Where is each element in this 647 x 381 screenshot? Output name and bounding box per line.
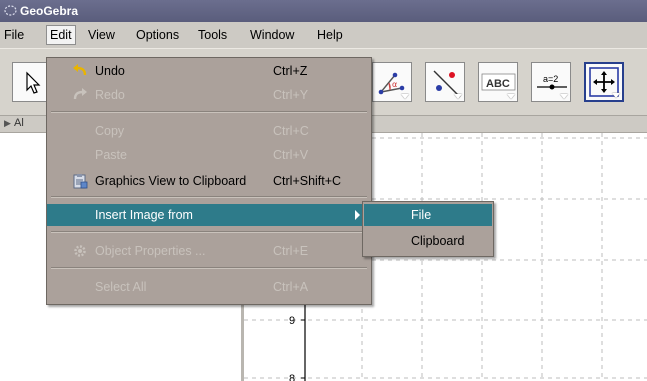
menu-item-insert-image-from[interactable]: Insert Image from <box>47 204 371 226</box>
menu-item-label: Undo <box>95 64 125 78</box>
menu-window[interactable]: Window <box>250 26 294 44</box>
menu-item-label: Copy <box>95 124 125 138</box>
menu-item-shortcut: Ctrl+Z <box>273 64 308 78</box>
menu-edit[interactable]: Edit <box>46 25 76 45</box>
move-graphics-view-icon <box>589 67 619 97</box>
menu-bar: File Edit View Options Tools Window Help <box>0 22 647 48</box>
menu-item-label: Paste <box>95 148 127 162</box>
menu-item-copy[interactable]: Copy Ctrl+C <box>47 120 371 142</box>
menu-options[interactable]: Options <box>136 26 179 44</box>
angle-tool-button[interactable]: α <box>372 62 412 102</box>
insert-image-submenu: File Clipboard <box>362 201 494 257</box>
menu-item-shortcut: Ctrl+C <box>273 124 309 138</box>
menu-item-object-properties[interactable]: Object Properties ... Ctrl+E <box>47 240 371 262</box>
menu-item-label: Object Properties ... <box>95 244 206 258</box>
title-bar: GeoGebra <box>0 0 647 22</box>
slider-tool-label: a=2 <box>543 74 558 84</box>
menu-separator <box>51 196 367 198</box>
submenu-arrow-icon <box>355 210 360 220</box>
text-tool-label: ABC <box>486 78 510 90</box>
menu-item-shortcut: Ctrl+Shift+C <box>273 174 342 188</box>
move-graphics-view-tool-button[interactable] <box>584 62 624 102</box>
tool-dropdown-indicator <box>507 94 515 99</box>
menu-item-paste[interactable]: Paste Ctrl+V <box>47 144 371 166</box>
y-tick-label: 9 <box>289 315 295 327</box>
menu-item-select-all[interactable]: Select All Ctrl+A <box>47 276 371 298</box>
tool-dropdown-indicator <box>560 94 568 99</box>
menu-separator <box>51 267 367 269</box>
menu-item-shortcut: Ctrl+E <box>273 244 309 258</box>
reflect-tool-button[interactable] <box>425 62 465 102</box>
tool-dropdown-indicator <box>401 94 409 99</box>
window-title: GeoGebra <box>20 4 79 18</box>
redo-icon <box>73 88 87 100</box>
undo-icon <box>73 64 87 76</box>
menu-item-label: Graphics View to Clipboard <box>95 174 247 188</box>
menu-item-shortcut: Ctrl+Y <box>273 88 309 102</box>
menu-help[interactable]: Help <box>317 26 343 44</box>
menu-item-label: Select All <box>95 280 147 294</box>
menu-separator <box>51 111 367 113</box>
menu-view[interactable]: View <box>88 26 115 44</box>
algebra-view-title: Al <box>14 117 24 129</box>
edit-menu-dropdown: Undo Ctrl+Z Redo Ctrl+Y Copy Ctrl+C Past… <box>46 57 372 305</box>
submenu-item-file[interactable]: File <box>364 204 492 226</box>
geogebra-logo-icon <box>4 5 17 16</box>
tool-dropdown-indicator <box>454 94 462 99</box>
submenu-item-clipboard[interactable]: Clipboard <box>364 230 492 252</box>
menu-item-graphics-view-to-clipboard[interactable]: Graphics View to Clipboard Ctrl+Shift+C <box>47 170 371 192</box>
menu-item-undo[interactable]: Undo Ctrl+Z <box>47 60 371 82</box>
svg-text:α: α <box>392 80 397 89</box>
gear-icon <box>74 245 86 257</box>
submenu-item-label: Clipboard <box>411 234 465 248</box>
menu-item-redo[interactable]: Redo Ctrl+Y <box>47 84 371 106</box>
tool-dropdown-indicator <box>612 93 620 98</box>
menu-item-shortcut: Ctrl+A <box>273 280 309 294</box>
menu-item-shortcut: Ctrl+V <box>273 148 309 162</box>
menu-item-label: Redo <box>95 88 125 102</box>
submenu-item-label: File <box>411 208 432 222</box>
slider-tool-button[interactable]: a=2 <box>531 62 571 102</box>
menu-item-label: Insert Image from <box>95 208 193 222</box>
y-tick-label: 8 <box>289 373 295 381</box>
collapse-arrow-icon[interactable]: ▶ <box>4 118 11 129</box>
clipboard-icon <box>73 174 88 189</box>
menu-tools[interactable]: Tools <box>198 26 227 44</box>
menu-separator <box>51 231 367 233</box>
menu-file[interactable]: File <box>4 26 24 44</box>
text-tool-button[interactable]: ABC <box>478 62 518 102</box>
